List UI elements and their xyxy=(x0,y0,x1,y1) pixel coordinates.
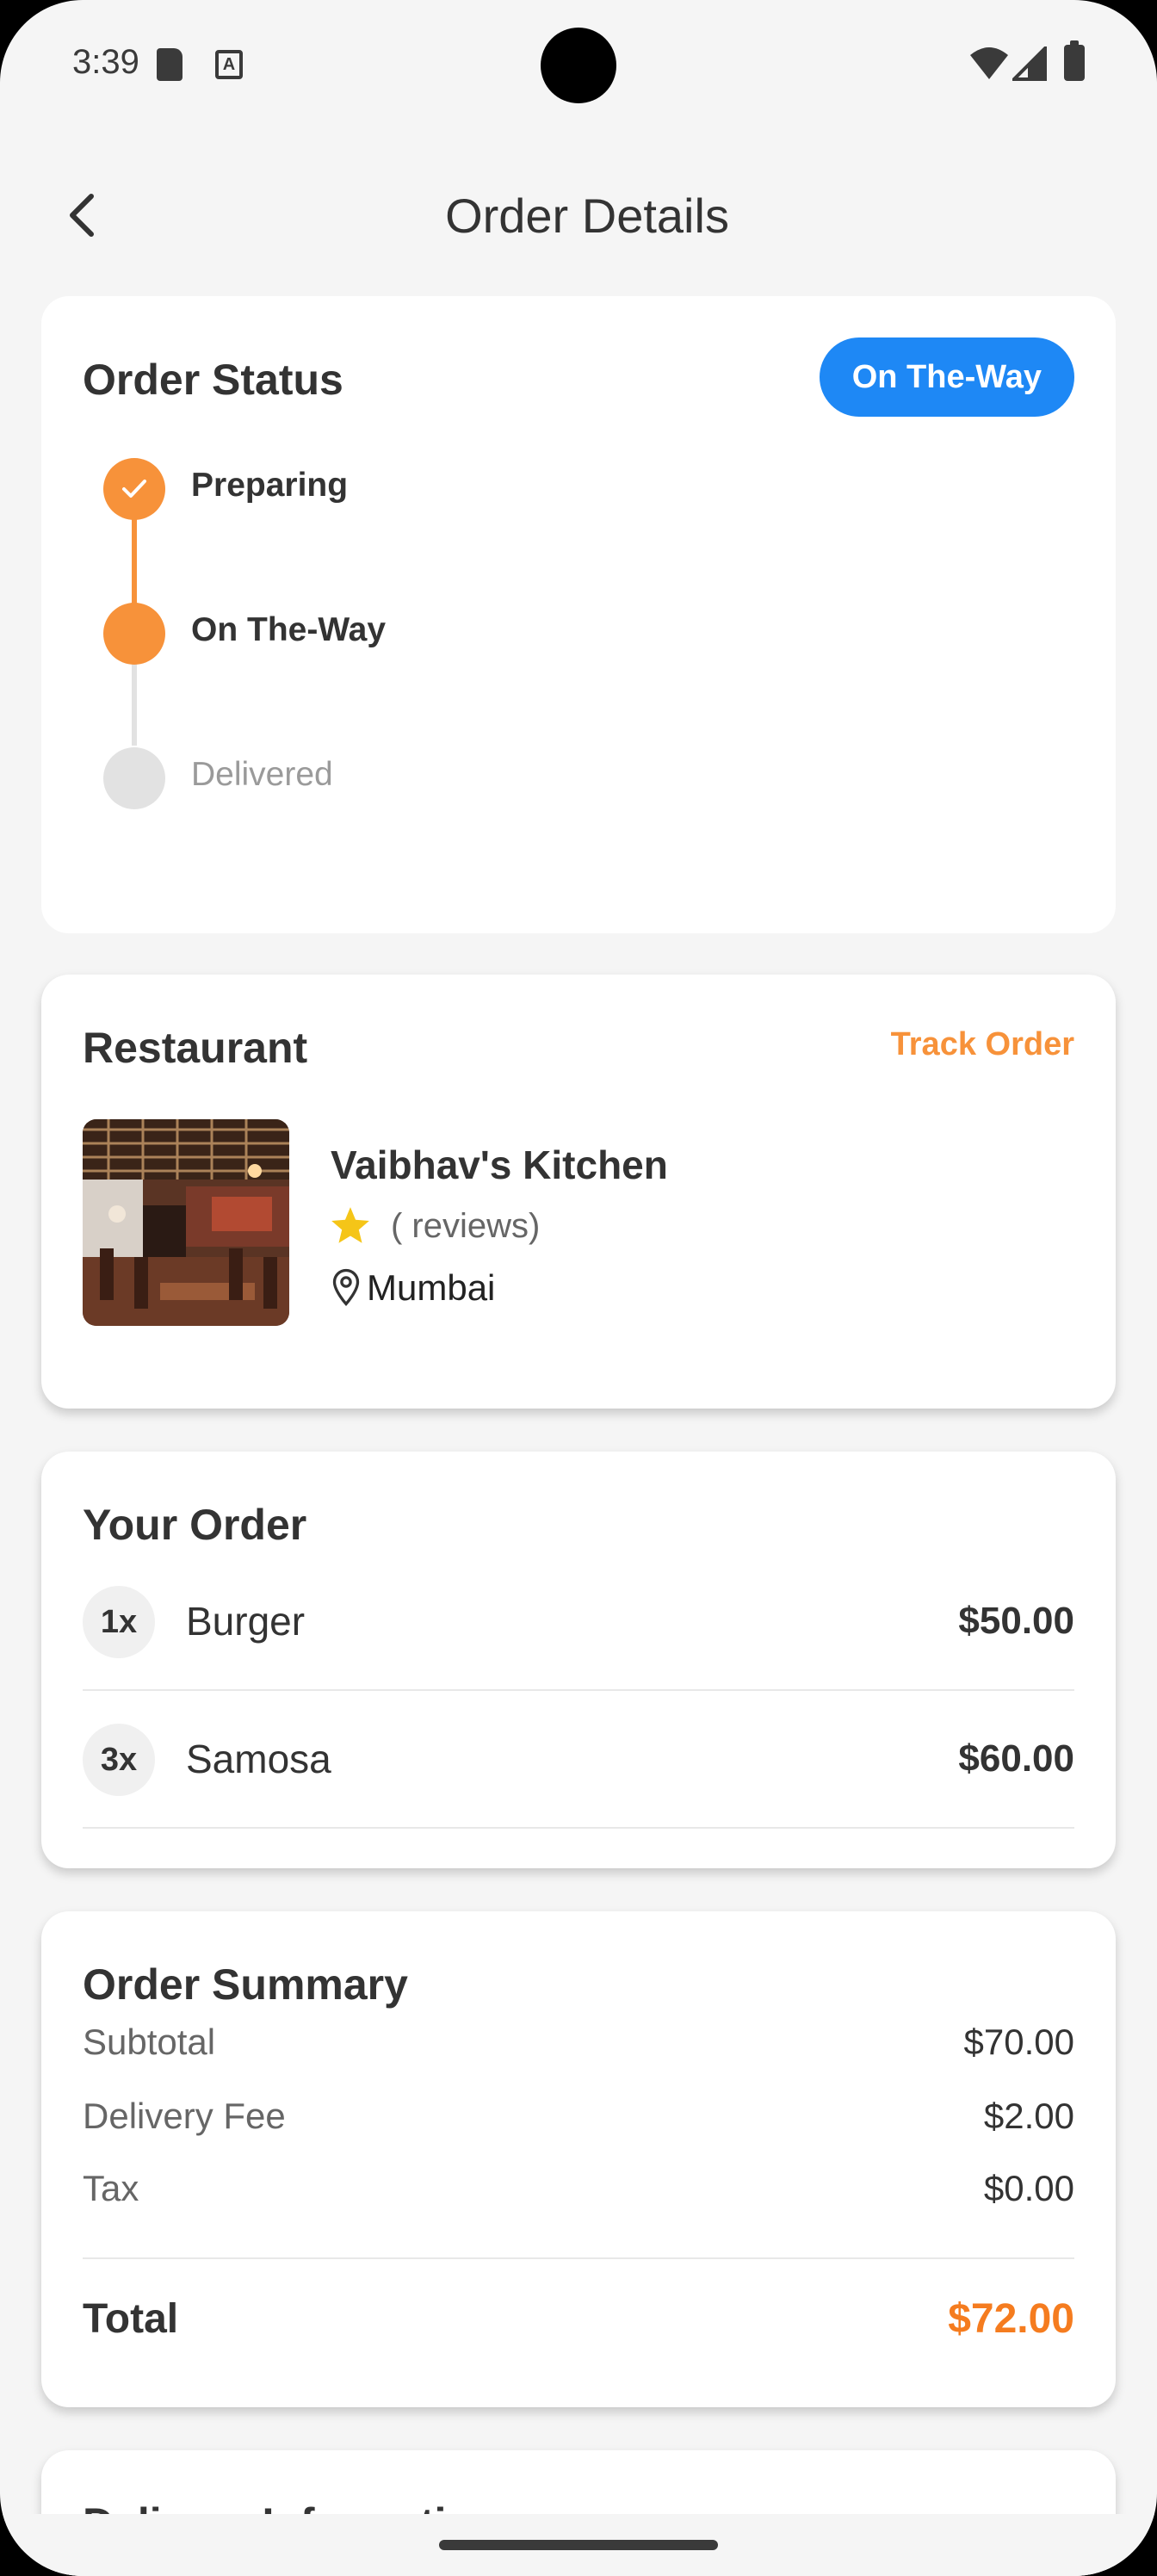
item-quantity: 3x xyxy=(83,1724,155,1796)
restaurant-location: Mumbai xyxy=(367,1267,496,1308)
item-quantity: 1x xyxy=(83,1586,155,1658)
status-badge: On The-Way xyxy=(819,337,1074,417)
your-order-title: Your Order xyxy=(83,1501,307,1549)
order-summary-title: Order Summary xyxy=(83,1960,408,2009)
step-delivered-dot xyxy=(103,747,165,809)
restaurant-reviews: ( reviews) xyxy=(391,1207,541,1245)
signal-icon xyxy=(1012,46,1047,81)
summary-divider xyxy=(83,2257,1074,2259)
item-price: $50.00 xyxy=(958,1600,1074,1642)
step-preparing-dot xyxy=(103,458,165,520)
camera-cutout xyxy=(541,28,616,103)
tax-label: Tax xyxy=(83,2168,139,2208)
restaurant-card: Restaurant Track Order Vaibhav's Kitchen… xyxy=(41,975,1116,1409)
track-order-link[interactable]: Track Order xyxy=(891,1026,1074,1063)
total-value: $72.00 xyxy=(948,2296,1074,2342)
order-status-card: Order Status On The-Way Preparing On The… xyxy=(41,296,1116,933)
order-status-title: Order Status xyxy=(83,356,343,404)
star-icon xyxy=(331,1207,369,1243)
check-icon xyxy=(122,480,146,498)
delivery-fee-label: Delivery Fee xyxy=(83,2096,286,2136)
subtotal-value: $70.00 xyxy=(963,2022,1074,2062)
subtotal-label: Subtotal xyxy=(83,2022,216,2062)
home-indicator[interactable] xyxy=(439,2540,718,2550)
step-on-the-way-label: On The-Way xyxy=(191,611,387,648)
delivery-fee-value: $2.00 xyxy=(983,2096,1074,2136)
status-time: 3:39 xyxy=(72,43,139,81)
item-price: $60.00 xyxy=(958,1737,1074,1780)
sd-card-icon xyxy=(157,48,183,81)
step-on-the-way-dot xyxy=(103,603,165,665)
order-summary-card: Order Summary Subtotal $70.00 Delivery F… xyxy=(41,1911,1116,2407)
wifi-icon xyxy=(970,47,1008,79)
step-preparing-label: Preparing xyxy=(191,467,349,504)
item-divider xyxy=(83,1827,1074,1829)
battery-icon xyxy=(1064,40,1085,81)
location-pin-icon xyxy=(332,1268,360,1306)
item-name: Burger xyxy=(186,1599,306,1644)
item-name: Samosa xyxy=(186,1737,331,1781)
total-label: Total xyxy=(83,2296,179,2342)
step-delivered-label: Delivered xyxy=(191,756,333,793)
item-divider xyxy=(83,1689,1074,1691)
tax-value: $0.00 xyxy=(983,2168,1074,2208)
page-title: Order Details xyxy=(445,189,729,243)
restaurant-title: Restaurant xyxy=(83,1024,308,1072)
status-bar: 3:39 A xyxy=(0,0,1157,129)
restaurant-name: Vaibhav's Kitchen xyxy=(331,1142,668,1187)
restaurant-photo xyxy=(83,1119,289,1326)
top-app-bar: Order Details xyxy=(0,164,1157,267)
font-icon: A xyxy=(215,50,243,79)
app-screen: 3:39 A Order Details Order Status On The… xyxy=(0,0,1157,2576)
your-order-card: Your Order 1x Burger $50.00 3x Samosa $6… xyxy=(41,1452,1116,1868)
